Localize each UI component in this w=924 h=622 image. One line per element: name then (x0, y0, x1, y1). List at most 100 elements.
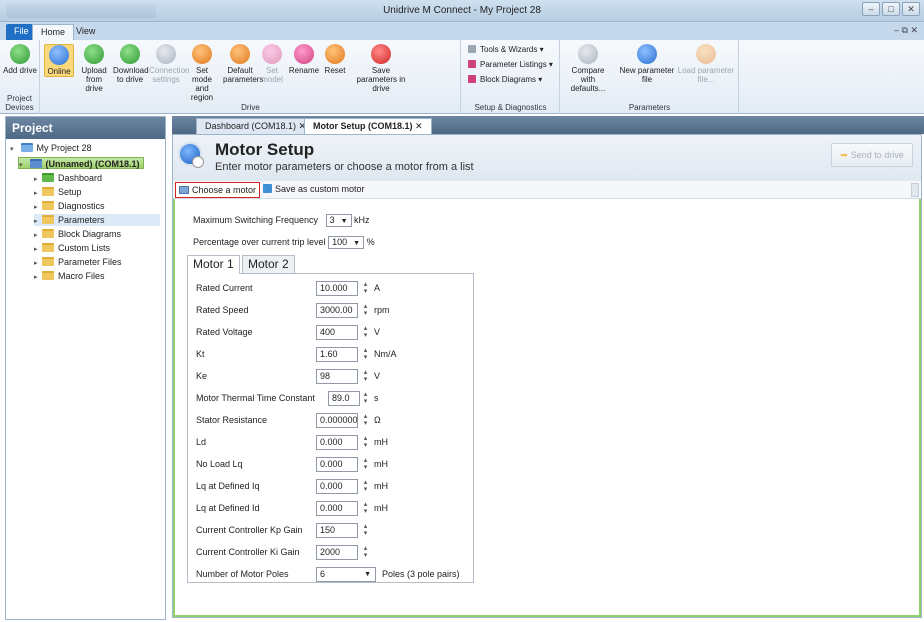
save-parameters-label: Save parameters in drive (356, 66, 406, 93)
spinner-icon[interactable]: ▴ ▾ (362, 369, 369, 383)
no-load-lq-input[interactable]: 0.000 (316, 457, 358, 472)
spinner-icon[interactable]: ▴ ▾ (362, 479, 369, 493)
tree-item-macro-files[interactable]: ▸ Macro Files (34, 270, 105, 282)
add-drive-button[interactable]: Add drive (3, 44, 37, 75)
rename-icon (294, 44, 314, 64)
spinner-icon[interactable]: ▴ ▾ (362, 545, 369, 559)
mdi-window-controls[interactable]: – ⧉ ✕ (894, 25, 918, 36)
param-label: Current Controller Ki Gain (196, 547, 300, 557)
spinner-icon[interactable]: ▴ ▾ (362, 435, 369, 449)
save-parameters-button[interactable]: Save parameters in drive (353, 44, 409, 93)
tree-item-custom-lists[interactable]: ▸ Custom Lists (34, 242, 110, 254)
kp-gain-input[interactable]: 150 (316, 523, 358, 538)
online-button[interactable]: Online (44, 44, 74, 77)
thermal-time-constant-input[interactable]: 89.0 (328, 391, 360, 406)
tab-motor-setup[interactable]: Motor Setup (COM18.1) ✕ (304, 118, 432, 134)
expand-arrow-icon[interactable]: ▸ (34, 230, 42, 242)
drive-icon (29, 159, 42, 168)
save-custom-motor-button[interactable]: Save as custom motor (263, 184, 365, 194)
tools-wizards-menu[interactable]: Tools & Wizards ▾ (468, 43, 544, 56)
param-unit: mH (374, 437, 388, 447)
max-switching-select[interactable]: 3 ▼ (325, 214, 352, 228)
expand-arrow-icon[interactable]: ▸ (34, 258, 42, 270)
minimize-button[interactable]: – (862, 2, 880, 16)
collapse-arrow-icon[interactable]: ▾ (19, 160, 27, 172)
send-to-drive-button[interactable]: ➡ Send to drive (831, 143, 913, 167)
spinner-icon[interactable]: ▴ ▾ (362, 391, 369, 405)
tree-item-setup[interactable]: ▸ Setup (34, 186, 82, 198)
overcurrent-select[interactable]: 100 ▼ (328, 236, 365, 250)
close-button[interactable]: ✕ (902, 2, 920, 16)
set-model-button[interactable]: Set model (259, 44, 285, 84)
tree-item-dashboard[interactable]: ▸ Dashboard (34, 172, 102, 184)
tab-view[interactable]: View (68, 24, 103, 40)
rated-speed-input[interactable]: 3000.00 (316, 303, 358, 318)
spinner-icon[interactable]: ▴ ▾ (362, 501, 369, 515)
load-parameter-file-button[interactable]: Load parameter file... (677, 44, 735, 84)
set-mode-button[interactable]: Set mode and region (185, 44, 219, 102)
lq-defined-iq-input[interactable]: 0.000 (316, 479, 358, 494)
expand-arrow-icon[interactable]: ▸ (34, 188, 42, 200)
expand-arrow-icon[interactable]: ▸ (34, 272, 42, 284)
tab-dashboard[interactable]: Dashboard (COM18.1) ✕ (196, 118, 316, 134)
kt-input[interactable]: 1.60 (316, 347, 358, 362)
group-project-devices: Add drive Project Devices (0, 40, 40, 114)
parameter-listings-menu[interactable]: Parameter Listings ▾ (468, 58, 553, 71)
lq-defined-id-input[interactable]: 0.000 (316, 501, 358, 516)
download-button[interactable]: Download to drive (113, 44, 149, 84)
param-label: Motor Thermal Time Constant (196, 393, 315, 403)
tab-motor-1[interactable]: Motor 1 (187, 255, 240, 274)
set-model-icon (262, 44, 282, 64)
collapse-arrow-icon[interactable]: ▾ (10, 144, 18, 156)
new-parameter-file-button[interactable]: New parameter file (619, 44, 675, 84)
ki-gain-input[interactable]: 2000 (316, 545, 358, 560)
param-label: No Load Lq (196, 459, 243, 469)
tree-item-parameters[interactable]: ▸ Parameters (34, 214, 160, 226)
expand-arrow-icon[interactable]: ▸ (34, 202, 42, 214)
expand-arrow-icon[interactable]: ▸ (34, 216, 42, 228)
tree-item-diagnostics[interactable]: ▸ Diagnostics (34, 200, 105, 212)
connection-settings-button[interactable]: Connection settings (149, 44, 189, 84)
upload-button[interactable]: Upload from drive (77, 44, 111, 93)
motor-poles-select[interactable]: 6 ▼ (316, 567, 376, 582)
spinner-icon[interactable]: ▴ ▾ (362, 281, 369, 295)
param-unit: s (374, 393, 379, 403)
tree-drive[interactable]: ▾ (Unnamed) (COM18.1) (18, 157, 144, 169)
expand-arrow-icon[interactable]: ▸ (34, 174, 42, 186)
download-label: Download to drive (113, 66, 149, 84)
param-label: Kt (196, 349, 205, 359)
tree-root[interactable]: ▾ My Project 28 (10, 142, 92, 154)
tree-item-block-diagrams[interactable]: ▸ Block Diagrams (34, 228, 121, 240)
spinner-icon[interactable]: ▴ ▾ (362, 325, 369, 339)
param-label: Current Controller Kp Gain (196, 525, 303, 535)
tab-motor-2[interactable]: Motor 2 (242, 255, 295, 273)
stator-resistance-input[interactable]: 0.000000 (316, 413, 358, 428)
tree-item-label: Macro Files (58, 271, 105, 281)
tree-item-label: Block Diagrams (58, 229, 122, 239)
spinner-icon[interactable]: ▴ ▾ (362, 523, 369, 537)
rename-button[interactable]: Rename (287, 44, 321, 75)
param-unit: rpm (374, 305, 390, 315)
ke-input[interactable]: 98 (316, 369, 358, 384)
block-diagrams-menu[interactable]: Block Diagrams ▾ (468, 73, 542, 86)
folder-icon (42, 257, 54, 266)
spinner-icon[interactable]: ▴ ▾ (362, 347, 369, 361)
scrollbar[interactable] (911, 183, 919, 197)
choose-motor-button[interactable]: Choose a motor (175, 182, 261, 198)
spinner-icon[interactable]: ▴ ▾ (362, 413, 369, 427)
compare-defaults-button[interactable]: Compare with defaults... (565, 44, 611, 93)
reset-button[interactable]: Reset (321, 44, 349, 75)
tree-item-label: Diagnostics (58, 201, 105, 211)
restore-button[interactable]: □ (882, 2, 900, 16)
spinner-icon[interactable]: ▴ ▾ (362, 457, 369, 471)
tools-icon (468, 45, 476, 53)
param-label: Lq at Defined Id (196, 503, 260, 513)
default-parameters-button[interactable]: Default parameters (223, 44, 263, 84)
tree-item-parameter-files[interactable]: ▸ Parameter Files (34, 256, 122, 268)
rated-voltage-input[interactable]: 400 (316, 325, 358, 340)
spinner-icon[interactable]: ▴ ▾ (362, 303, 369, 317)
expand-arrow-icon[interactable]: ▸ (34, 244, 42, 256)
rated-current-input[interactable]: 10.000 (316, 281, 358, 296)
ld-input[interactable]: 0.000 (316, 435, 358, 450)
parameter-listings-label: Parameter Listings ▾ (480, 60, 553, 69)
